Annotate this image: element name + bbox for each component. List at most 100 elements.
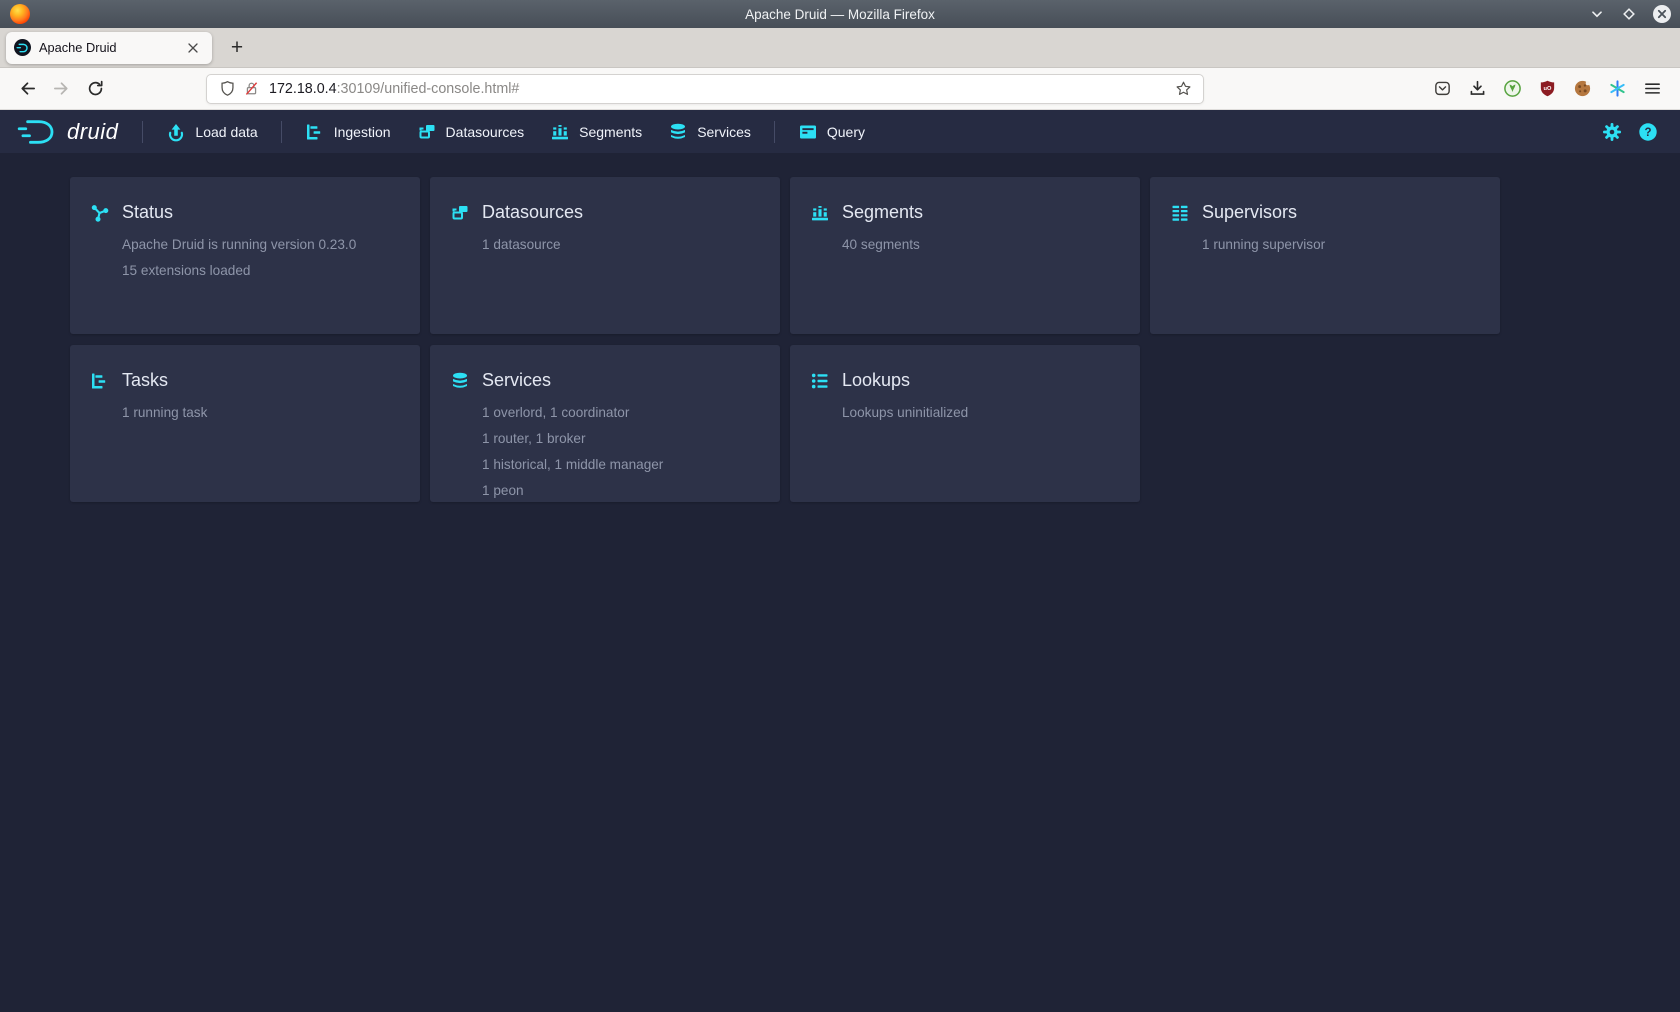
card-status-line: 15 extensions loaded bbox=[122, 258, 400, 284]
properties-icon bbox=[810, 371, 830, 391]
nav-item-load-data[interactable]: Load data bbox=[153, 110, 270, 153]
firefox-icon bbox=[10, 4, 30, 24]
card-status-line: 1 peon bbox=[482, 478, 760, 504]
nav-item-ingestion[interactable]: Ingestion bbox=[292, 110, 404, 153]
tab-close-icon[interactable] bbox=[182, 37, 204, 59]
nav-item-segments[interactable]: Segments bbox=[537, 110, 655, 153]
ublock-icon[interactable]: uO bbox=[1533, 75, 1561, 103]
navbar-group: Query bbox=[785, 110, 878, 153]
gantt-chart-icon bbox=[305, 122, 325, 142]
nav-item-services[interactable]: Services bbox=[655, 110, 764, 153]
card-status-line: 1 overlord, 1 coordinator bbox=[482, 400, 760, 426]
url-bar[interactable]: 172.18.0.4:30109/unified-console.html# bbox=[206, 74, 1204, 104]
card-status-line: 1 datasource bbox=[482, 232, 760, 258]
card-header: Datasources bbox=[450, 202, 760, 223]
minimize-icon[interactable] bbox=[1588, 5, 1606, 23]
cloud-upload-icon bbox=[166, 122, 186, 142]
card-segments[interactable]: Segments 40 segments bbox=[790, 177, 1140, 334]
svg-text:?: ? bbox=[1644, 127, 1651, 139]
application-icon bbox=[798, 122, 818, 142]
card-title: Status bbox=[122, 202, 173, 223]
druid-favicon bbox=[14, 39, 31, 56]
card-status-line: 1 running task bbox=[122, 400, 400, 426]
nav-item-datasources[interactable]: Datasources bbox=[404, 110, 538, 153]
bar-chart-icon bbox=[550, 122, 570, 142]
navbar-divider bbox=[281, 121, 282, 143]
card-header: Supervisors bbox=[1170, 202, 1480, 223]
lock-insecure-icon[interactable] bbox=[239, 79, 263, 99]
new-tab-button[interactable]: + bbox=[222, 33, 252, 63]
nav-item-label: Datasources bbox=[446, 124, 525, 140]
multi-select-icon bbox=[450, 203, 470, 223]
card-status[interactable]: Status Apache Druid is running version 0.… bbox=[70, 177, 420, 334]
multi-select-icon bbox=[417, 122, 437, 142]
nav-item-label: Load data bbox=[195, 124, 257, 140]
url-text[interactable]: 172.18.0.4:30109/unified-console.html# bbox=[269, 81, 1171, 97]
shield-icon[interactable] bbox=[215, 79, 239, 99]
card-title: Lookups bbox=[842, 370, 910, 391]
bookmark-star-icon[interactable] bbox=[1171, 79, 1195, 99]
maximize-icon[interactable] bbox=[1620, 5, 1638, 23]
card-title: Datasources bbox=[482, 202, 583, 223]
url-host: 172.18.0.4 bbox=[269, 81, 337, 97]
browser-tab-apache-druid[interactable]: Apache Druid bbox=[6, 32, 212, 64]
card-status-line: Apache Druid is running version 0.23.0 bbox=[122, 232, 400, 258]
card-status-line: 1 running supervisor bbox=[1202, 232, 1480, 258]
gantt-chart-icon bbox=[90, 371, 110, 391]
card-status-line: Lookups uninitialized bbox=[842, 400, 1120, 426]
asterisk-extension-icon[interactable] bbox=[1603, 75, 1631, 103]
card-lookups[interactable]: Lookups Lookups uninitialized bbox=[790, 345, 1140, 502]
help-icon[interactable]: ? bbox=[1638, 122, 1658, 142]
database-icon bbox=[668, 122, 688, 142]
druid-logo[interactable]: druid bbox=[16, 117, 132, 147]
home-view: Status Apache Druid is running version 0.… bbox=[0, 153, 1680, 1012]
tab-bar: Apache Druid + bbox=[0, 28, 1680, 68]
navbar-group: Ingestion Datasources Segments Services bbox=[292, 110, 764, 153]
nav-item-label: Ingestion bbox=[334, 124, 391, 140]
card-title: Tasks bbox=[122, 370, 168, 391]
graph-icon bbox=[90, 203, 110, 223]
th-list-icon bbox=[1170, 203, 1190, 223]
status-cards-grid: Status Apache Druid is running version 0.… bbox=[0, 153, 1680, 502]
nav-item-query[interactable]: Query bbox=[785, 110, 878, 153]
tab-title: Apache Druid bbox=[39, 40, 182, 55]
nav-item-label: Services bbox=[697, 124, 751, 140]
close-icon[interactable] bbox=[1652, 4, 1672, 24]
pocket-icon[interactable] bbox=[1428, 75, 1456, 103]
card-header: Lookups bbox=[810, 370, 1120, 391]
card-title: Segments bbox=[842, 202, 923, 223]
browser-toolbar: 172.18.0.4:30109/unified-console.html# u… bbox=[0, 68, 1680, 110]
card-tasks[interactable]: Tasks 1 running task bbox=[70, 345, 420, 502]
navbar-divider bbox=[142, 121, 143, 143]
card-services[interactable]: Services 1 overlord, 1 coordinator1 route… bbox=[430, 345, 780, 502]
druid-logo-icon bbox=[16, 117, 58, 147]
database-icon bbox=[450, 371, 470, 391]
card-title: Supervisors bbox=[1202, 202, 1297, 223]
card-header: Segments bbox=[810, 202, 1120, 223]
window-title: Apache Druid — Mozilla Firefox bbox=[0, 7, 1680, 22]
navbar-divider bbox=[774, 121, 775, 143]
card-status-line: 1 historical, 1 middle manager bbox=[482, 452, 760, 478]
card-header: Tasks bbox=[90, 370, 400, 391]
bar-chart-icon bbox=[810, 203, 830, 223]
reload-icon[interactable] bbox=[80, 74, 110, 104]
card-status-line: 1 router, 1 broker bbox=[482, 426, 760, 452]
card-supervisors[interactable]: Supervisors 1 running supervisor bbox=[1150, 177, 1500, 334]
extension-green-icon[interactable] bbox=[1498, 75, 1526, 103]
cookie-extension-icon[interactable] bbox=[1568, 75, 1596, 103]
druid-navbar: druid Load data Ingestion Datasources Segme… bbox=[0, 110, 1680, 153]
druid-logo-text: druid bbox=[67, 119, 118, 145]
menu-icon[interactable] bbox=[1638, 75, 1666, 103]
forward-icon[interactable] bbox=[46, 74, 76, 104]
card-header: Status bbox=[90, 202, 400, 223]
settings-gear-icon[interactable] bbox=[1602, 122, 1622, 142]
url-path: :30109/unified-console.html# bbox=[337, 81, 520, 97]
downloads-icon[interactable] bbox=[1463, 75, 1491, 103]
card-status-line: 40 segments bbox=[842, 232, 1120, 258]
back-icon[interactable] bbox=[12, 74, 42, 104]
nav-item-label: Segments bbox=[579, 124, 642, 140]
card-header: Services bbox=[450, 370, 760, 391]
svg-text:uO: uO bbox=[1543, 86, 1551, 92]
window-titlebar: Apache Druid — Mozilla Firefox bbox=[0, 0, 1680, 28]
card-datasources[interactable]: Datasources 1 datasource bbox=[430, 177, 780, 334]
